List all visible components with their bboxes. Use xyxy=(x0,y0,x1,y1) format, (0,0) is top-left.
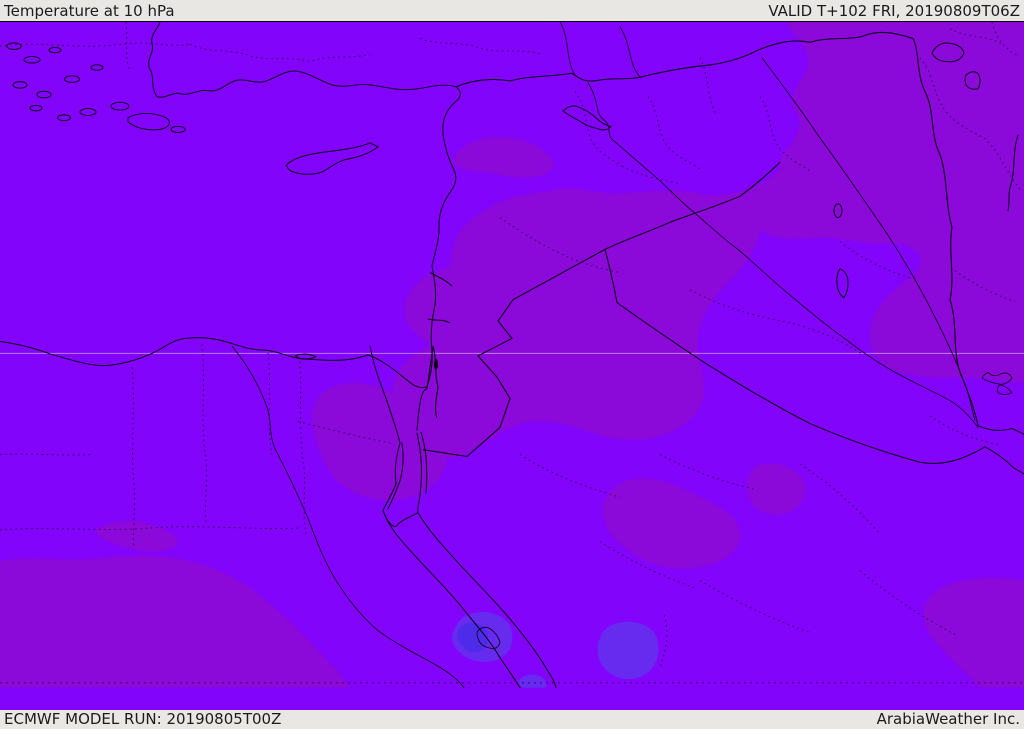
dead-sea xyxy=(434,358,438,371)
weather-map-canvas xyxy=(0,22,1024,689)
weather-map xyxy=(0,22,1024,710)
map-title: Temperature at 10 hPa xyxy=(4,1,175,20)
valid-time-label: VALID T+102 FRI, 20190809T06Z xyxy=(768,1,1020,20)
weather-product-page: { "header": { "title": "Temperature at 1… xyxy=(0,0,1024,729)
model-run-label: ECMWF MODEL RUN: 20190805T00Z xyxy=(4,710,282,728)
footer-bar: ECMWF MODEL RUN: 20190805T00Z ArabiaWeat… xyxy=(0,710,1024,728)
branding-label: ArabiaWeather Inc. xyxy=(876,710,1020,728)
header-bar: Temperature at 10 hPa VALID T+102 FRI, 2… xyxy=(0,0,1024,22)
